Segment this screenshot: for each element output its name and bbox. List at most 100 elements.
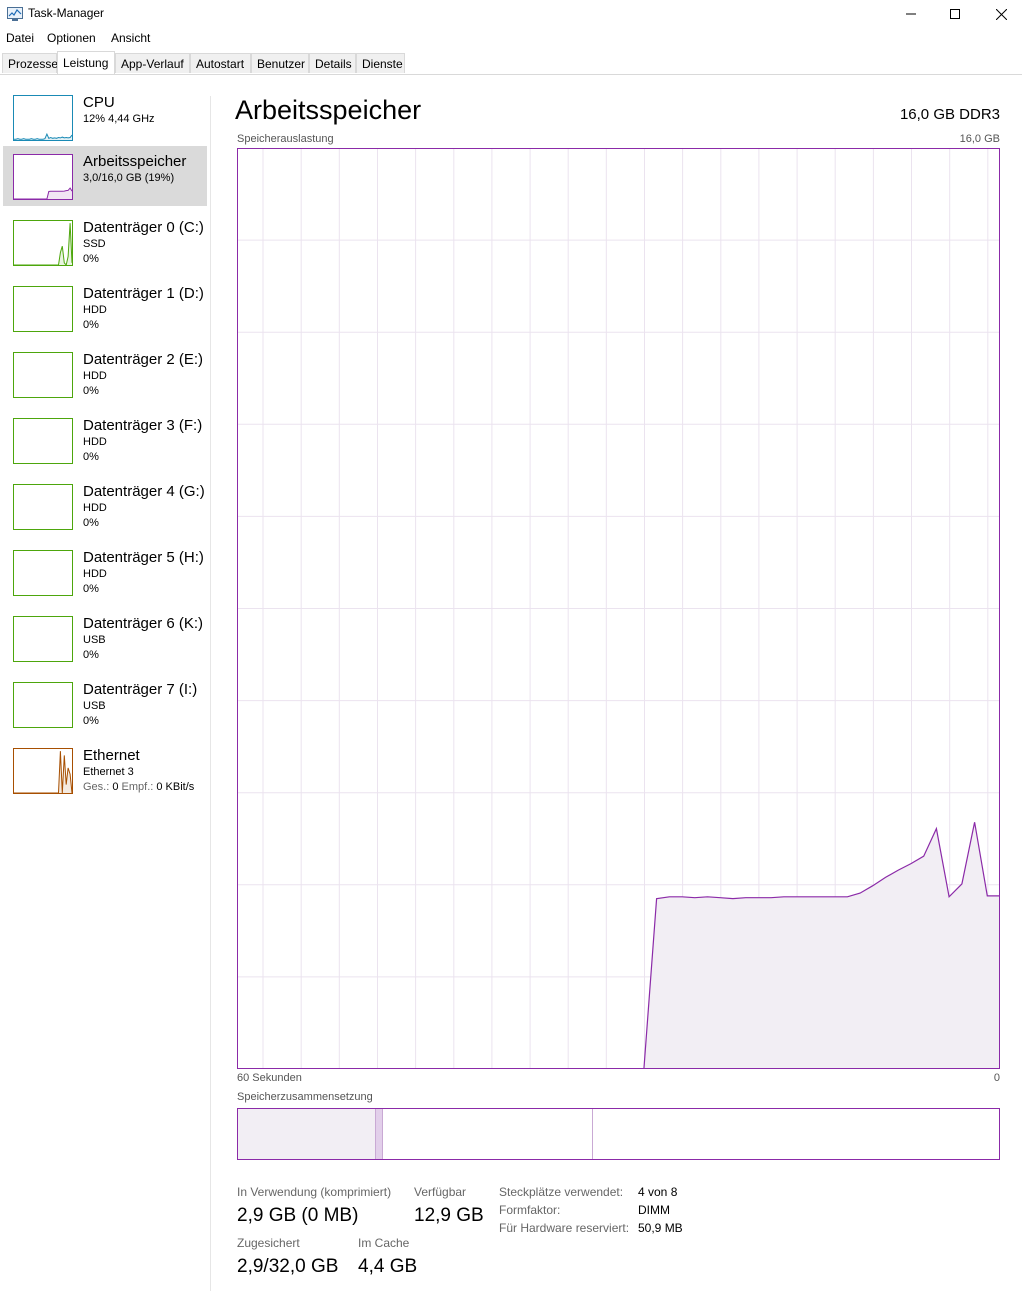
sidebar-graph <box>13 220 73 266</box>
stat-in-use-value: 2,9 GB (0 MB) <box>237 1205 359 1226</box>
sidebar-item-datentr-ger-7-i[interactable]: Datenträger 7 (I:) USB 0% <box>3 674 207 734</box>
sidebar-item-usage: 0% <box>83 319 99 331</box>
sidebar-item-detail: HDD <box>83 304 107 316</box>
time-axis-right: 0 <box>993 1072 1000 1084</box>
sidebar-item-usage: 0% <box>83 385 99 397</box>
detail-slots-value: 4 von 8 <box>638 1185 678 1199</box>
sidebar-item-ethernet[interactable]: Ethernet Ethernet 3 Ges.: 0 Empf.: 0 KBit/… <box>3 740 207 800</box>
sidebar-graph <box>13 484 73 530</box>
sidebar-item-datentr-ger-3-f[interactable]: Datenträger 3 (F:) HDD 0% <box>3 410 207 470</box>
sidebar-graph <box>13 748 73 794</box>
sidebar-item-detail: USB <box>83 700 106 712</box>
time-axis-left: 60 Sekunden <box>237 1072 302 1084</box>
sidebar-item-datentr-ger-1-d[interactable]: Datenträger 1 (D:) HDD 0% <box>3 278 207 338</box>
sidebar-item-datentr-ger-6-k[interactable]: Datenträger 6 (K:) USB 0% <box>3 608 207 668</box>
stat-committed-label: Zugesichert <box>237 1236 300 1250</box>
sidebar-graph-area <box>14 188 72 199</box>
sidebar-item-usage: 0% <box>83 517 99 529</box>
sidebar-item-usage: 0% <box>83 649 99 661</box>
memory-composition-bar <box>237 1108 1000 1160</box>
composition-modified <box>376 1109 383 1159</box>
task-manager-icon <box>7 7 23 21</box>
sidebar-graph <box>13 682 73 728</box>
sidebar-item-detail: HDD <box>83 370 107 382</box>
sidebar-item-detail: Ethernet 3 <box>83 766 134 778</box>
composition-in-use <box>238 1109 376 1159</box>
sent-label: Ges.: <box>83 781 113 793</box>
sent-value: 0 <box>112 781 122 793</box>
sidebar-item-title: Arbeitsspeicher <box>83 153 187 170</box>
window-title: Task-Manager <box>28 6 105 20</box>
graph-max-label: 16,0 GB <box>959 133 1000 145</box>
detail-form-factor-label: Formfaktor: <box>499 1203 561 1217</box>
sidebar-item-title: Datenträger 7 (I:) <box>83 681 198 698</box>
tab-prozesse[interactable]: Prozesse <box>2 53 58 73</box>
sidebar-item-detail: USB <box>83 634 106 646</box>
stat-committed-value: 2,9/32,0 GB <box>237 1256 339 1277</box>
sidebar-item-datentr-ger-5-h[interactable]: Datenträger 5 (H:) HDD 0% <box>3 542 207 602</box>
detail-reserved-label: Für Hardware reserviert: <box>499 1221 630 1235</box>
menu-datei[interactable]: Datei <box>6 31 34 45</box>
detail-form-factor-value: DIMM <box>638 1203 670 1217</box>
stat-in-use-label: In Verwendung (komprimiert) <box>237 1185 392 1199</box>
sidebar-item-cpu[interactable]: CPU 12% 4,44 GHz <box>3 87 207 147</box>
sidebar-item-datentr-ger-4-g[interactable]: Datenträger 4 (G:) HDD 0% <box>3 476 207 536</box>
menu-ansicht[interactable]: Ansicht <box>111 31 150 45</box>
memory-type: 16,0 GB DDR3 <box>899 106 1000 123</box>
memory-usage-chart <box>237 148 1000 1069</box>
tab-details[interactable]: Details <box>309 53 356 73</box>
sidebar-item-detail: 3,0/16,0 GB (19%) <box>83 172 175 184</box>
tab-benutzer[interactable]: Benutzer <box>251 53 309 73</box>
tab-app-verlauf[interactable]: App-Verlauf <box>115 53 190 73</box>
sidebar-graph <box>13 286 73 332</box>
sidebar-graph <box>13 550 73 596</box>
minimize-button[interactable] <box>888 0 934 28</box>
sidebar-graph-line <box>14 223 72 265</box>
received-label: Empf.: <box>121 781 157 793</box>
detail-slots-label: Steckplätze verwendet: <box>499 1185 624 1199</box>
stat-available-value: 12,9 GB <box>414 1205 484 1226</box>
sidebar-graph <box>13 418 73 464</box>
tab-autostart[interactable]: Autostart <box>190 53 251 73</box>
sidebar-item-usage: 0% <box>83 451 99 463</box>
sidebar-graph <box>13 616 73 662</box>
stat-cached-label: Im Cache <box>358 1236 410 1250</box>
graph-label: Speicherauslastung <box>237 133 334 145</box>
close-button[interactable] <box>978 0 1022 28</box>
sidebar-item-detail: HDD <box>83 568 107 580</box>
sidebar-item-title: Datenträger 5 (H:) <box>83 549 204 566</box>
tab-dienste[interactable]: Dienste <box>356 53 405 73</box>
sidebar-item-title: Datenträger 0 (C:) <box>83 219 204 236</box>
sidebar-graph <box>13 352 73 398</box>
sidebar-item-title: Datenträger 4 (G:) <box>83 483 205 500</box>
memory-area-fill <box>643 822 1000 1069</box>
composition-standby <box>385 1109 593 1159</box>
sidebar-graph <box>13 154 73 200</box>
sidebar-item-title: Datenträger 1 (D:) <box>83 285 204 302</box>
sidebar-item-usage: 0% <box>83 715 99 727</box>
maximize-button[interactable] <box>932 0 978 28</box>
sidebar-item-usage: 0% <box>83 253 99 265</box>
sidebar-item-detail: SSD <box>83 238 106 250</box>
title-bar <box>0 0 1022 28</box>
sidebar-item-title: Datenträger 6 (K:) <box>83 615 204 632</box>
sidebar-graph <box>13 95 73 141</box>
tab-leistung[interactable]: Leistung <box>57 51 115 74</box>
sidebar-item-detail: HDD <box>83 436 107 448</box>
menu-optionen[interactable]: Optionen <box>47 31 96 45</box>
sidebar-item-arbeitsspeicher[interactable]: Arbeitsspeicher 3,0/16,0 GB (19%) <box>3 146 207 206</box>
page-title: Arbeitsspeicher <box>235 95 422 125</box>
sidebar-item-detail: HDD <box>83 502 107 514</box>
sidebar-item-usage: 0% <box>83 583 99 595</box>
sidebar-item-title: Datenträger 2 (E:) <box>83 351 204 368</box>
sidebar-item-detail: 12% 4,44 GHz <box>83 113 155 125</box>
composition-label: Speicherzusammensetzung <box>237 1091 373 1103</box>
sidebar-item-title: Ethernet <box>83 747 140 764</box>
received-value: 0 KBit/s <box>156 781 195 793</box>
ethernet-throughput: Ges.: 0 Empf.: 0 KBit/s <box>83 781 194 793</box>
sidebar-item-title: CPU <box>83 94 115 111</box>
sidebar-divider <box>210 96 211 1291</box>
sidebar-item-datentr-ger-0-c[interactable]: Datenträger 0 (C:) SSD 0% <box>3 212 207 272</box>
sidebar-item-datentr-ger-2-e[interactable]: Datenträger 2 (E:) HDD 0% <box>3 344 207 404</box>
sidebar-item-title: Datenträger 3 (F:) <box>83 417 203 434</box>
